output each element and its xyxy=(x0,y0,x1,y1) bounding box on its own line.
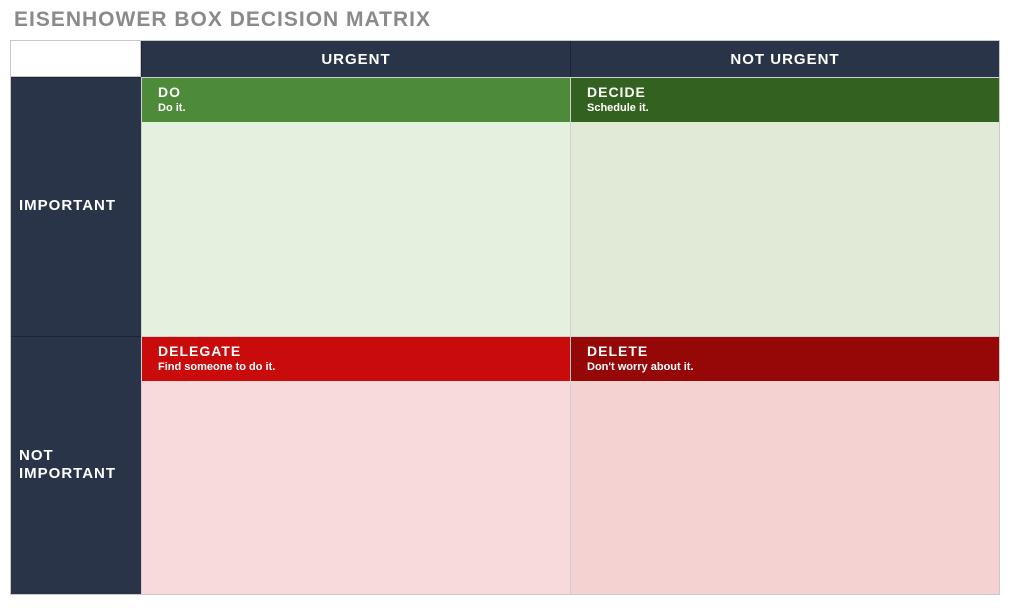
quadrant-decide-hint: Schedule it. xyxy=(587,102,983,114)
quadrant-do-header: DO Do it. xyxy=(142,78,570,122)
quadrant-delegate-body[interactable] xyxy=(142,381,570,595)
quadrant-decide-body[interactable] xyxy=(571,122,999,336)
quadrant-decide-label: DECIDE xyxy=(587,84,983,100)
row-header-important: IMPORTANT xyxy=(11,77,141,336)
quadrant-delete-label: DELETE xyxy=(587,343,983,359)
quadrant-decide-header: DECIDE Schedule it. xyxy=(571,78,999,122)
quadrant-delete-body[interactable] xyxy=(571,381,999,595)
quadrant-delegate-label: DELEGATE xyxy=(158,343,554,359)
column-header-not-urgent: NOT URGENT xyxy=(570,41,999,77)
eisenhower-matrix: URGENT NOT URGENT IMPORTANT DO Do it. DE… xyxy=(10,40,1000,595)
page-title: EISENHOWER BOX DECISION MATRIX xyxy=(14,8,1002,32)
quadrant-delete-header: DELETE Don't worry about it. xyxy=(571,337,999,381)
quadrant-delegate: DELEGATE Find someone to do it. xyxy=(141,336,570,595)
column-header-urgent: URGENT xyxy=(141,41,570,77)
quadrant-do-label: DO xyxy=(158,84,554,100)
quadrant-do: DO Do it. xyxy=(141,77,570,336)
corner-cell xyxy=(11,41,141,77)
row-header-not-important: NOT IMPORTANT xyxy=(11,336,141,595)
quadrant-decide: DECIDE Schedule it. xyxy=(570,77,999,336)
quadrant-delete-hint: Don't worry about it. xyxy=(587,361,983,373)
quadrant-delegate-hint: Find someone to do it. xyxy=(158,361,554,373)
quadrant-delete: DELETE Don't worry about it. xyxy=(570,336,999,595)
quadrant-delegate-header: DELEGATE Find someone to do it. xyxy=(142,337,570,381)
quadrant-do-body[interactable] xyxy=(142,122,570,336)
quadrant-do-hint: Do it. xyxy=(158,102,554,114)
